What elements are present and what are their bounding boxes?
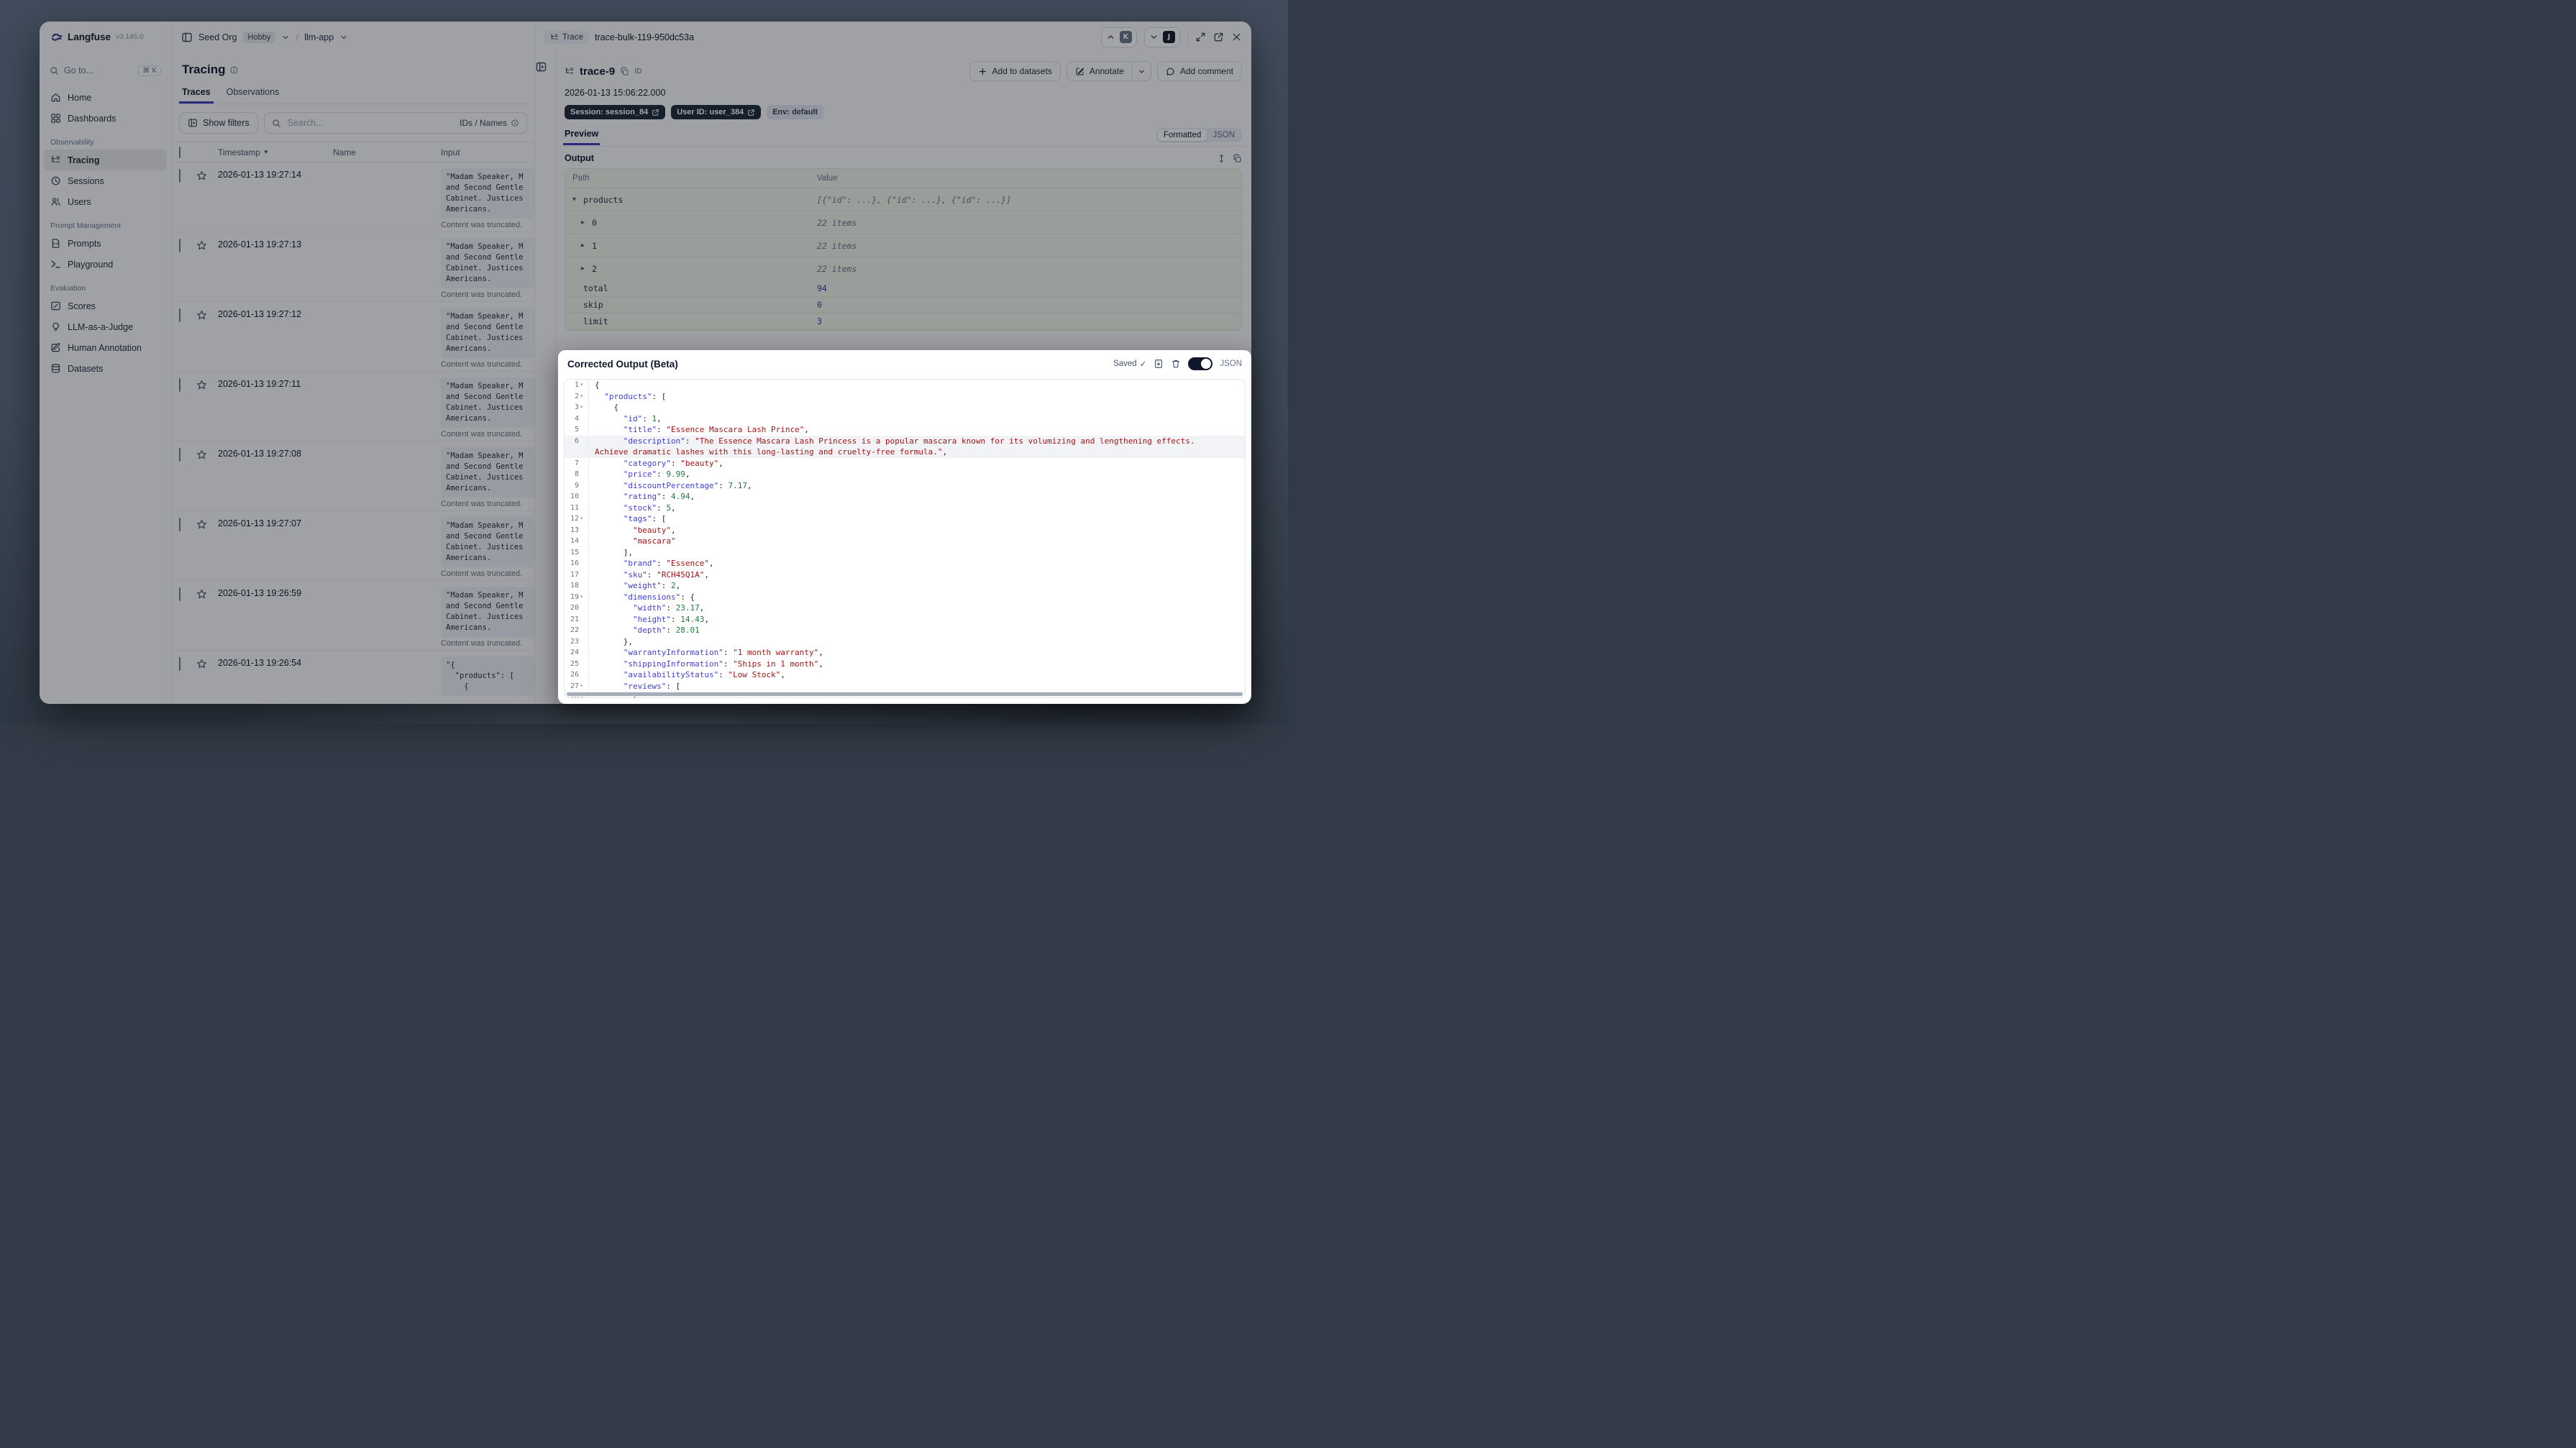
- fold-icon[interactable]: ▾: [580, 592, 586, 603]
- json-toggle[interactable]: [1188, 357, 1213, 370]
- code-line[interactable]: 8▾ "price": 9.99,: [565, 469, 1245, 480]
- json-editor[interactable]: 1▾{2▾ "products": [3▾ {4▾ "id": 1,5▾ "ti…: [564, 379, 1246, 698]
- code-line[interactable]: 10▾ "rating": 4.94,: [565, 491, 1245, 503]
- code-line[interactable]: 19 ▾ "dimensions": {: [565, 591, 1245, 603]
- fold-icon[interactable]: ▾: [580, 380, 586, 391]
- fold-icon[interactable]: ▾: [580, 681, 586, 692]
- code-line[interactable]: 27 ▾ "reviews": [: [565, 680, 1245, 692]
- code-line[interactable]: 17▾ "sku": "RCH45Q1A",: [565, 569, 1245, 580]
- code-line[interactable]: 1 ▾{: [565, 380, 1245, 391]
- code-line[interactable]: 15▾ ],: [565, 546, 1245, 558]
- code-line[interactable]: 13▾ "beauty",: [565, 524, 1245, 536]
- code-line[interactable]: 25▾ "shippingInformation": "Ships in 1 m…: [565, 658, 1245, 669]
- code-line[interactable]: 9▾ "discountPercentage": 7.17,: [565, 480, 1245, 491]
- code-line[interactable]: 21▾ "height": 14.43,: [565, 613, 1245, 625]
- corrected-output-panel: Corrected Output (Beta) Saved ✓ JSON 1 ▾{…: [558, 350, 1251, 704]
- code-line[interactable]: 5▾ "title": "Essence Mascara Lash Prince…: [565, 424, 1245, 436]
- code-line[interactable]: 12 ▾ "tags": [: [565, 513, 1245, 525]
- fold-icon[interactable]: ▾: [580, 391, 586, 403]
- fold-icon[interactable]: ▾: [580, 402, 586, 413]
- code-line[interactable]: 22▾ "depth": 28.01: [565, 625, 1245, 636]
- corrected-output-title: Corrected Output (Beta): [567, 358, 678, 370]
- code-line[interactable]: 18▾ "weight": 2,: [565, 580, 1245, 592]
- save-icon[interactable]: [1154, 359, 1164, 369]
- code-line[interactable]: 14▾ "mascara": [565, 536, 1245, 547]
- code-line[interactable]: 16▾ "brand": "Essence",: [565, 558, 1245, 569]
- code-line[interactable]: 24▾ "warrantyInformation": "1 month warr…: [565, 647, 1245, 659]
- code-line[interactable]: 11▾ "stock": 5,: [565, 502, 1245, 513]
- trash-icon[interactable]: [1171, 359, 1181, 369]
- horizontal-scrollbar[interactable]: [565, 692, 1244, 697]
- code-line[interactable]: 7▾ "category": "beauty",: [565, 457, 1245, 469]
- saved-label: Saved: [1113, 359, 1137, 368]
- code-line[interactable]: 26▾ "availabilityStatus": "Low Stock",: [565, 669, 1245, 681]
- fold-icon[interactable]: ▾: [580, 513, 586, 525]
- code-line[interactable]: 2 ▾ "products": [: [565, 390, 1245, 403]
- editor-content[interactable]: 1▾{2▾ "products": [3▾ {4▾ "id": 1,5▾ "ti…: [565, 380, 1245, 697]
- toggle-knob: [1201, 359, 1212, 369]
- code-line[interactable]: 23▾ },: [565, 636, 1245, 647]
- saved-status: Saved ✓: [1113, 359, 1146, 369]
- code-line[interactable]: 3 ▾ {: [565, 402, 1245, 413]
- code-line[interactable]: 4▾ "id": 1,: [565, 413, 1245, 424]
- check-icon: ✓: [1139, 360, 1147, 369]
- json-toggle-label: JSON: [1220, 359, 1242, 368]
- code-line[interactable]: 6▾ "description": "The Essence Mascara L…: [565, 435, 1245, 458]
- code-line[interactable]: 20▾ "width": 23.17,: [565, 602, 1245, 614]
